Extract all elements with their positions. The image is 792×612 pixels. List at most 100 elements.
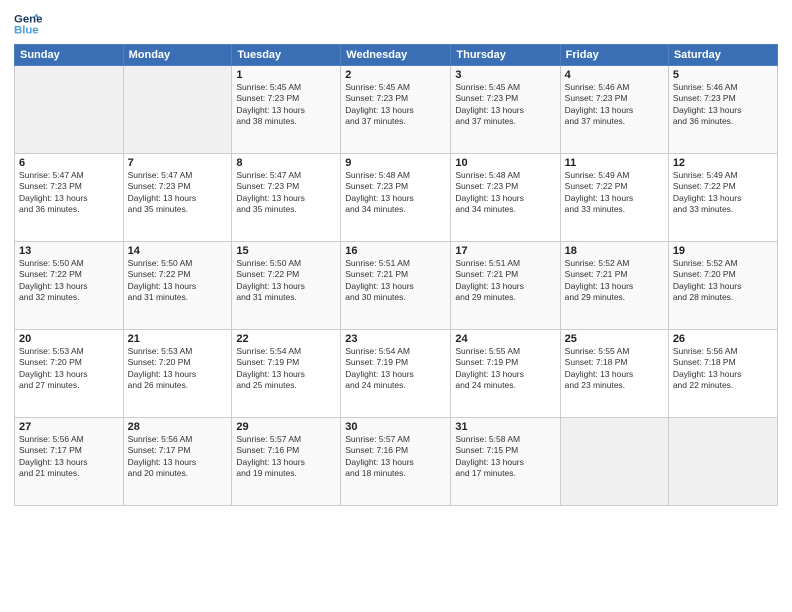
day-number: 11 — [565, 157, 664, 169]
calendar-cell: 10Sunrise: 5:48 AMSunset: 7:23 PMDayligh… — [451, 154, 560, 242]
header-wednesday: Wednesday — [341, 45, 451, 66]
day-detail: Sunrise: 5:50 AMSunset: 7:22 PMDaylight:… — [236, 258, 336, 304]
day-number: 31 — [455, 421, 555, 433]
day-number: 16 — [345, 245, 446, 257]
day-number: 15 — [236, 245, 336, 257]
day-number: 8 — [236, 157, 336, 169]
day-number: 23 — [345, 333, 446, 345]
calendar-cell: 3Sunrise: 5:45 AMSunset: 7:23 PMDaylight… — [451, 66, 560, 154]
day-number: 20 — [19, 333, 119, 345]
calendar-cell: 31Sunrise: 5:58 AMSunset: 7:15 PMDayligh… — [451, 418, 560, 506]
svg-text:Blue: Blue — [14, 25, 39, 37]
day-number: 10 — [455, 157, 555, 169]
header-tuesday: Tuesday — [232, 45, 341, 66]
day-detail: Sunrise: 5:55 AMSunset: 7:18 PMDaylight:… — [565, 346, 664, 392]
day-number: 13 — [19, 245, 119, 257]
day-detail: Sunrise: 5:53 AMSunset: 7:20 PMDaylight:… — [19, 346, 119, 392]
calendar-cell: 13Sunrise: 5:50 AMSunset: 7:22 PMDayligh… — [15, 242, 124, 330]
day-detail: Sunrise: 5:45 AMSunset: 7:23 PMDaylight:… — [236, 82, 336, 128]
calendar-cell: 25Sunrise: 5:55 AMSunset: 7:18 PMDayligh… — [560, 330, 668, 418]
calendar-cell: 7Sunrise: 5:47 AMSunset: 7:23 PMDaylight… — [123, 154, 232, 242]
day-detail: Sunrise: 5:45 AMSunset: 7:23 PMDaylight:… — [455, 82, 555, 128]
day-detail: Sunrise: 5:48 AMSunset: 7:23 PMDaylight:… — [455, 170, 555, 216]
calendar-cell: 21Sunrise: 5:53 AMSunset: 7:20 PMDayligh… — [123, 330, 232, 418]
svg-text:General: General — [14, 13, 42, 25]
day-detail: Sunrise: 5:53 AMSunset: 7:20 PMDaylight:… — [128, 346, 228, 392]
calendar-cell: 18Sunrise: 5:52 AMSunset: 7:21 PMDayligh… — [560, 242, 668, 330]
calendar-cell: 22Sunrise: 5:54 AMSunset: 7:19 PMDayligh… — [232, 330, 341, 418]
day-detail: Sunrise: 5:56 AMSunset: 7:17 PMDaylight:… — [19, 434, 119, 480]
day-number: 21 — [128, 333, 228, 345]
day-number: 19 — [673, 245, 773, 257]
calendar-cell: 11Sunrise: 5:49 AMSunset: 7:22 PMDayligh… — [560, 154, 668, 242]
day-number: 12 — [673, 157, 773, 169]
day-number: 26 — [673, 333, 773, 345]
calendar-cell: 23Sunrise: 5:54 AMSunset: 7:19 PMDayligh… — [341, 330, 451, 418]
calendar-cell: 20Sunrise: 5:53 AMSunset: 7:20 PMDayligh… — [15, 330, 124, 418]
calendar-cell — [668, 418, 777, 506]
calendar-cell: 12Sunrise: 5:49 AMSunset: 7:22 PMDayligh… — [668, 154, 777, 242]
header-saturday: Saturday — [668, 45, 777, 66]
day-detail: Sunrise: 5:57 AMSunset: 7:16 PMDaylight:… — [236, 434, 336, 480]
header-friday: Friday — [560, 45, 668, 66]
calendar-cell: 14Sunrise: 5:50 AMSunset: 7:22 PMDayligh… — [123, 242, 232, 330]
day-detail: Sunrise: 5:46 AMSunset: 7:23 PMDaylight:… — [565, 82, 664, 128]
calendar-cell: 30Sunrise: 5:57 AMSunset: 7:16 PMDayligh… — [341, 418, 451, 506]
calendar-cell: 24Sunrise: 5:55 AMSunset: 7:19 PMDayligh… — [451, 330, 560, 418]
calendar-cell: 27Sunrise: 5:56 AMSunset: 7:17 PMDayligh… — [15, 418, 124, 506]
calendar-week-1: 6Sunrise: 5:47 AMSunset: 7:23 PMDaylight… — [15, 154, 778, 242]
day-detail: Sunrise: 5:55 AMSunset: 7:19 PMDaylight:… — [455, 346, 555, 392]
calendar-cell: 28Sunrise: 5:56 AMSunset: 7:17 PMDayligh… — [123, 418, 232, 506]
day-detail: Sunrise: 5:52 AMSunset: 7:20 PMDaylight:… — [673, 258, 773, 304]
day-detail: Sunrise: 5:49 AMSunset: 7:22 PMDaylight:… — [565, 170, 664, 216]
day-detail: Sunrise: 5:50 AMSunset: 7:22 PMDaylight:… — [19, 258, 119, 304]
calendar-week-3: 20Sunrise: 5:53 AMSunset: 7:20 PMDayligh… — [15, 330, 778, 418]
day-number: 1 — [236, 69, 336, 81]
day-number: 24 — [455, 333, 555, 345]
day-detail: Sunrise: 5:54 AMSunset: 7:19 PMDaylight:… — [236, 346, 336, 392]
calendar-cell: 6Sunrise: 5:47 AMSunset: 7:23 PMDaylight… — [15, 154, 124, 242]
day-detail: Sunrise: 5:56 AMSunset: 7:17 PMDaylight:… — [128, 434, 228, 480]
day-detail: Sunrise: 5:52 AMSunset: 7:21 PMDaylight:… — [565, 258, 664, 304]
day-number: 17 — [455, 245, 555, 257]
calendar-cell: 29Sunrise: 5:57 AMSunset: 7:16 PMDayligh… — [232, 418, 341, 506]
day-detail: Sunrise: 5:47 AMSunset: 7:23 PMDaylight:… — [19, 170, 119, 216]
day-detail: Sunrise: 5:54 AMSunset: 7:19 PMDaylight:… — [345, 346, 446, 392]
day-detail: Sunrise: 5:48 AMSunset: 7:23 PMDaylight:… — [345, 170, 446, 216]
calendar-cell: 9Sunrise: 5:48 AMSunset: 7:23 PMDaylight… — [341, 154, 451, 242]
day-detail: Sunrise: 5:57 AMSunset: 7:16 PMDaylight:… — [345, 434, 446, 480]
day-detail: Sunrise: 5:58 AMSunset: 7:15 PMDaylight:… — [455, 434, 555, 480]
day-detail: Sunrise: 5:51 AMSunset: 7:21 PMDaylight:… — [455, 258, 555, 304]
calendar-cell — [123, 66, 232, 154]
day-detail: Sunrise: 5:56 AMSunset: 7:18 PMDaylight:… — [673, 346, 773, 392]
day-number: 30 — [345, 421, 446, 433]
calendar-cell: 15Sunrise: 5:50 AMSunset: 7:22 PMDayligh… — [232, 242, 341, 330]
day-detail: Sunrise: 5:51 AMSunset: 7:21 PMDaylight:… — [345, 258, 446, 304]
calendar-week-4: 27Sunrise: 5:56 AMSunset: 7:17 PMDayligh… — [15, 418, 778, 506]
calendar-cell: 26Sunrise: 5:56 AMSunset: 7:18 PMDayligh… — [668, 330, 777, 418]
header-monday: Monday — [123, 45, 232, 66]
day-number: 14 — [128, 245, 228, 257]
calendar-cell: 19Sunrise: 5:52 AMSunset: 7:20 PMDayligh… — [668, 242, 777, 330]
day-detail: Sunrise: 5:45 AMSunset: 7:23 PMDaylight:… — [345, 82, 446, 128]
calendar-cell: 1Sunrise: 5:45 AMSunset: 7:23 PMDaylight… — [232, 66, 341, 154]
calendar-cell: 8Sunrise: 5:47 AMSunset: 7:23 PMDaylight… — [232, 154, 341, 242]
calendar-cell: 16Sunrise: 5:51 AMSunset: 7:21 PMDayligh… — [341, 242, 451, 330]
day-number: 22 — [236, 333, 336, 345]
day-number: 2 — [345, 69, 446, 81]
calendar-cell: 2Sunrise: 5:45 AMSunset: 7:23 PMDaylight… — [341, 66, 451, 154]
header-sunday: Sunday — [15, 45, 124, 66]
calendar-table: SundayMondayTuesdayWednesdayThursdayFrid… — [14, 44, 778, 506]
calendar-cell — [15, 66, 124, 154]
day-detail: Sunrise: 5:47 AMSunset: 7:23 PMDaylight:… — [236, 170, 336, 216]
calendar-week-2: 13Sunrise: 5:50 AMSunset: 7:22 PMDayligh… — [15, 242, 778, 330]
calendar-week-0: 1Sunrise: 5:45 AMSunset: 7:23 PMDaylight… — [15, 66, 778, 154]
day-detail: Sunrise: 5:47 AMSunset: 7:23 PMDaylight:… — [128, 170, 228, 216]
day-number: 27 — [19, 421, 119, 433]
logo: General Blue — [14, 10, 42, 38]
calendar-cell: 17Sunrise: 5:51 AMSunset: 7:21 PMDayligh… — [451, 242, 560, 330]
day-detail: Sunrise: 5:50 AMSunset: 7:22 PMDaylight:… — [128, 258, 228, 304]
day-detail: Sunrise: 5:49 AMSunset: 7:22 PMDaylight:… — [673, 170, 773, 216]
day-number: 4 — [565, 69, 664, 81]
day-number: 29 — [236, 421, 336, 433]
